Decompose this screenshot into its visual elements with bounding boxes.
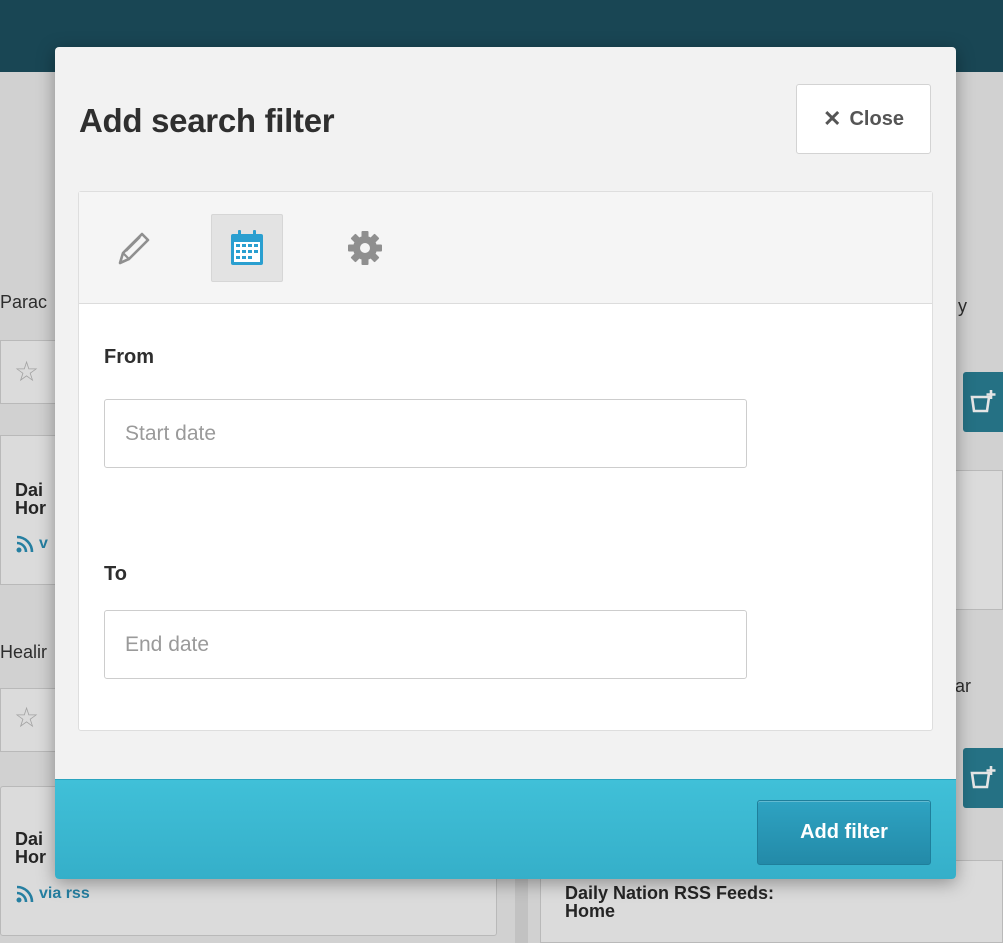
close-icon: ✕ [823, 106, 842, 131]
gear-icon [348, 231, 382, 265]
add-search-filter-modal: Add search filter ✕ Close From Start dat… [55, 47, 956, 879]
calendar-icon [231, 230, 263, 265]
from-label: From [104, 346, 154, 368]
start-date-input[interactable] [104, 399, 747, 468]
modal-footer: Add filter [55, 779, 956, 879]
modal-title: Add search filter [79, 102, 335, 139]
close-button[interactable]: ✕ Close [796, 84, 931, 154]
add-filter-button[interactable]: Add filter [757, 800, 931, 865]
end-date-input[interactable] [104, 610, 747, 679]
filter-type-tabs [79, 192, 932, 304]
close-label: Close [849, 107, 904, 130]
tab-settings[interactable] [329, 214, 401, 282]
to-label: To [104, 563, 127, 585]
tab-keyword[interactable] [97, 214, 169, 282]
tab-date[interactable] [211, 214, 283, 282]
pencil-icon [118, 232, 150, 265]
filter-panel: From To [78, 191, 933, 731]
